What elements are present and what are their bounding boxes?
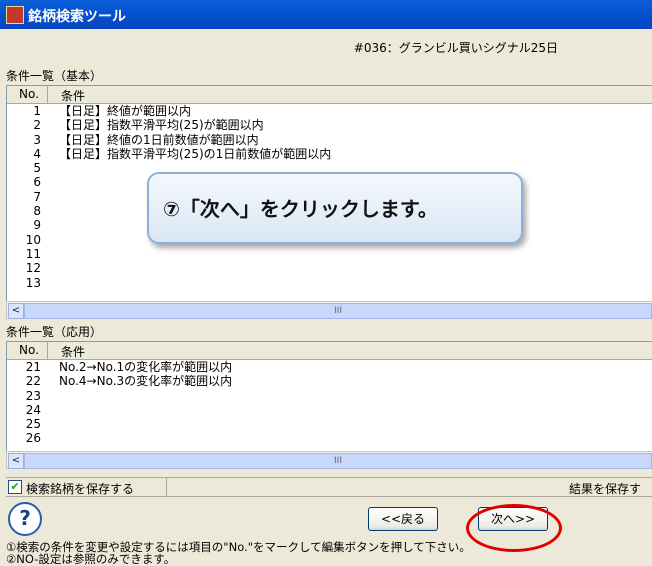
row-number[interactable]: 1 (7, 104, 41, 118)
applied-grid-header: No. 条件 (7, 342, 652, 360)
row-number[interactable]: 7 (7, 190, 41, 204)
applied-col-no[interactable]: No. (19, 343, 39, 357)
row-number[interactable]: 5 (7, 161, 41, 175)
table-row[interactable]: 24 (7, 403, 652, 417)
scroll-left-arrow-icon[interactable]: < (8, 303, 24, 319)
row-number[interactable]: 24 (7, 403, 41, 417)
scroll-left-arrow-icon[interactable]: < (8, 453, 24, 469)
basic-grid-header: No. 条件 (7, 86, 652, 104)
table-row[interactable]: 22 No.4→No.3の変化率が範囲以内 (7, 374, 652, 388)
table-row[interactable]: 26 (7, 431, 652, 445)
row-number[interactable]: 12 (7, 261, 41, 275)
row-number[interactable]: 22 (7, 374, 41, 388)
tutorial-callout: ⑦「次へ」をクリックします。 (147, 172, 523, 244)
row-number[interactable]: 25 (7, 417, 41, 431)
scroll-thumb[interactable]: III (24, 453, 652, 469)
basic-col-condition[interactable]: 条件 (61, 87, 85, 104)
save-results-label[interactable]: 結果を保存す (569, 480, 641, 497)
row-condition: 【日足】終値が範囲以内 (59, 104, 192, 118)
instruction-line-2: ②NO-設定は参照のみできます。 (6, 552, 176, 566)
row-number[interactable]: 6 (7, 175, 41, 189)
row-number[interactable]: 9 (7, 218, 41, 232)
row-number[interactable]: 2 (7, 118, 41, 132)
strategy-label: #036：グランビル買いシグナル25日 (353, 41, 558, 55)
row-number[interactable]: 8 (7, 204, 41, 218)
table-row[interactable]: 13 (7, 276, 652, 290)
column-separator (47, 86, 48, 103)
row-condition: No.2→No.1の変化率が範囲以内 (59, 360, 233, 374)
row-number[interactable]: 23 (7, 389, 41, 403)
row-condition: 【日足】終値の1日前数値が範囲以内 (59, 132, 259, 147)
basic-horizontal-scrollbar[interactable]: < III (6, 301, 652, 319)
table-row[interactable]: 3 【日足】終値の1日前数値が範囲以内 (7, 133, 652, 147)
back-button[interactable]: <<戻る (368, 507, 438, 531)
table-row[interactable]: 4 【日足】指数平滑平均(25)の1日前数値が範囲以内 (7, 147, 652, 161)
applied-rows: 21 No.2→No.1の変化率が範囲以内 22 No.4→No.3の変化率が範囲以内… (7, 360, 652, 446)
row-number[interactable]: 26 (7, 431, 41, 445)
row-number[interactable]: 10 (7, 233, 41, 247)
row-number[interactable]: 21 (7, 360, 41, 374)
instructions-text: ①検索の条件を変更や設定するには項目の"No."をマークして編集ボタンを押して下… (6, 541, 652, 565)
basic-section-label: 条件一覧（基本） (6, 69, 103, 83)
callout-text: ⑦「次へ」をクリックします。 (163, 197, 438, 221)
window-title: 銘柄検索ツール (28, 9, 126, 25)
title-bar: 銘柄検索ツール (0, 0, 652, 29)
basic-col-no[interactable]: No. (19, 87, 39, 101)
table-row[interactable]: 11 (7, 247, 652, 261)
table-row[interactable]: 12 (7, 261, 652, 275)
applied-col-condition[interactable]: 条件 (61, 343, 85, 360)
row-condition: No.4→No.3の変化率が範囲以内 (59, 374, 233, 389)
table-row[interactable]: 25 (7, 417, 652, 431)
help-icon[interactable]: ? (8, 502, 42, 536)
row-number[interactable]: 4 (7, 147, 41, 161)
app-icon (6, 6, 24, 24)
applied-section-label: 条件一覧（応用） (6, 325, 103, 339)
column-separator (47, 342, 48, 359)
save-stocks-label[interactable]: 検索銘柄を保存する (26, 480, 134, 497)
table-row[interactable]: 21 No.2→No.1の変化率が範囲以内 (7, 360, 652, 374)
scroll-thumb[interactable]: III (24, 303, 652, 319)
row-condition: 【日足】指数平滑平均(25)の1日前数値が範囲以内 (59, 146, 332, 161)
save-stocks-checkbox[interactable]: ✔ (8, 480, 22, 494)
strategy-header: #036：グランビル買いシグナル25日 (2, 35, 650, 57)
table-row[interactable]: 1 【日足】終値が範囲以内 (7, 104, 652, 118)
main-window: #036：グランビル買いシグナル25日 条件一覧（基本） No. 条件 1 【日足… (2, 29, 652, 566)
row-number[interactable]: 13 (7, 276, 41, 290)
row-number[interactable]: 11 (7, 247, 41, 261)
table-row[interactable]: 2 【日足】指数平滑平均(25)が範囲以内 (7, 118, 652, 132)
row-number[interactable]: 3 (7, 133, 41, 147)
row-condition: 【日足】指数平滑平均(25)が範囲以内 (59, 118, 264, 133)
applied-conditions-grid[interactable]: No. 条件 21 No.2→No.1の変化率が範囲以内 22 No.4→No.3の変… (6, 341, 652, 452)
divider (166, 478, 167, 496)
save-options-bar: ✔ 検索銘柄を保存する 結果を保存す (6, 477, 652, 497)
table-row[interactable]: 23 (7, 389, 652, 403)
applied-horizontal-scrollbar[interactable]: < III (6, 451, 652, 469)
